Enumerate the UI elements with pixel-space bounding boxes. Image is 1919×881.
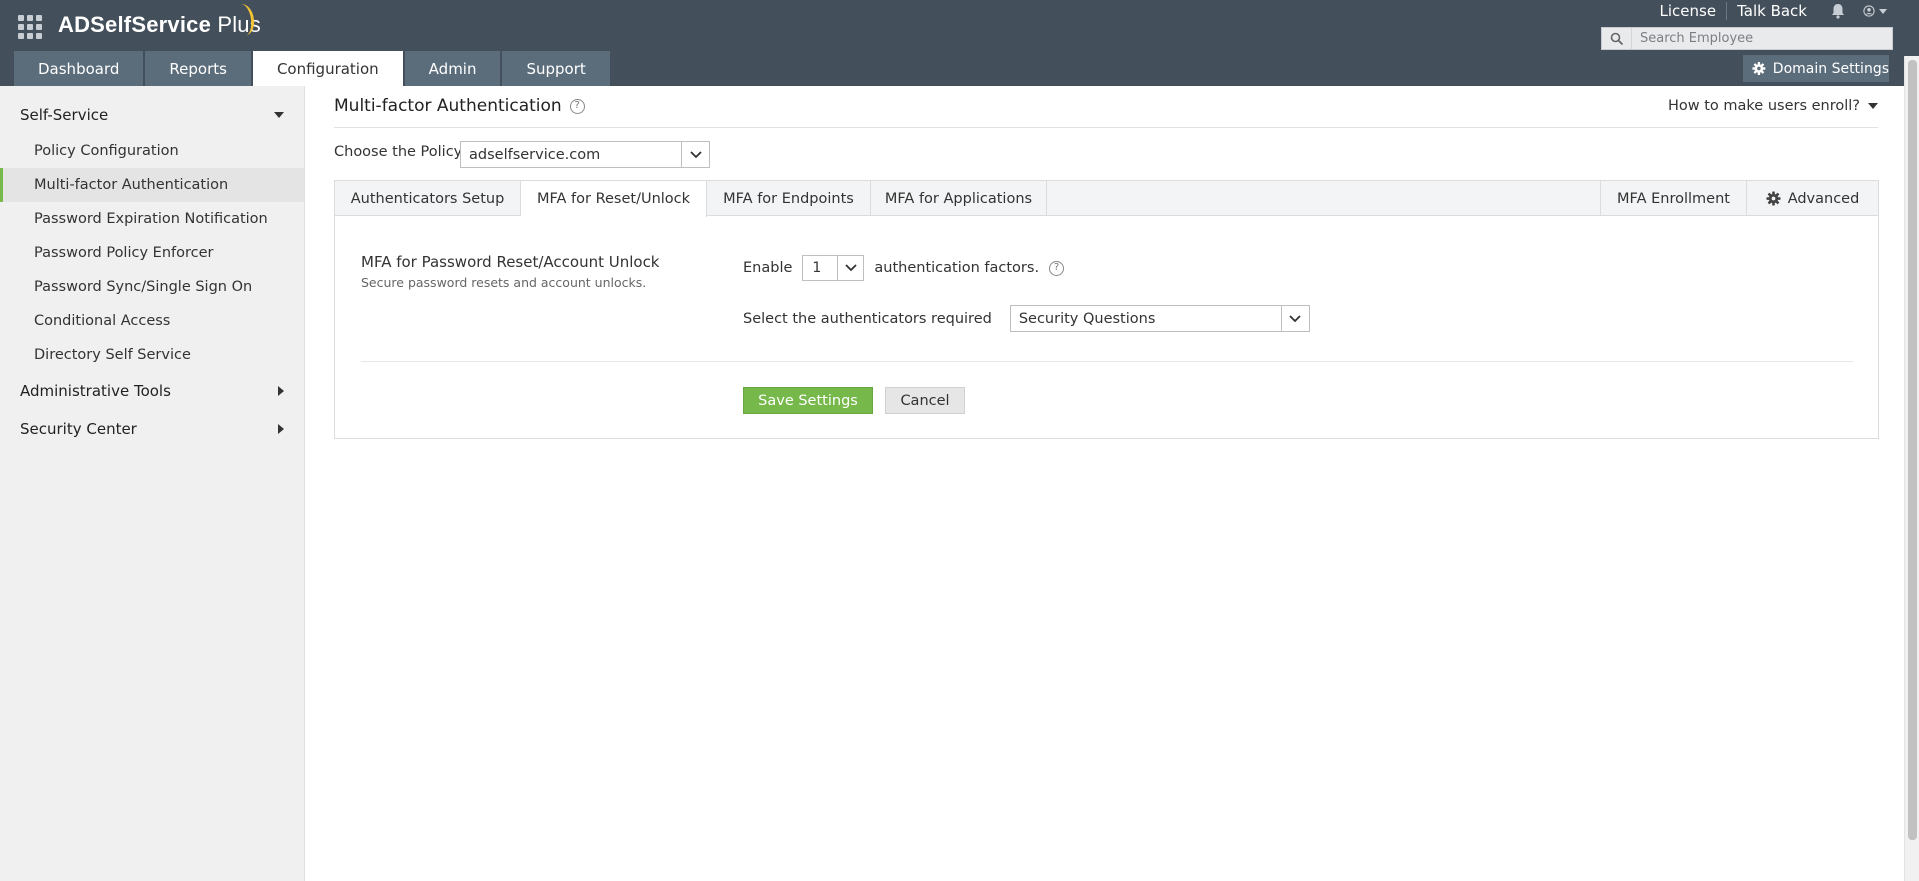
factor-count-value: 1 [812, 260, 822, 276]
search-input[interactable] [1632, 28, 1892, 49]
enable-label: Enable [743, 260, 793, 276]
tab-advanced[interactable]: Advanced [1746, 181, 1878, 216]
vertical-scrollbar[interactable] [1904, 56, 1919, 881]
sidebar-item-password-expiration[interactable]: Password Expiration Notification [0, 202, 304, 236]
license-link[interactable]: License [1650, 2, 1727, 20]
gear-icon [1752, 62, 1766, 75]
top-links: License Talk Back [1650, 0, 1887, 22]
help-icon[interactable]: ? [569, 98, 585, 114]
sidebar-section-label: Self-Service [20, 106, 109, 124]
tab-dashboard[interactable]: Dashboard [14, 51, 144, 86]
enable-factors-row: Enable 1 authentication factors. ? [743, 255, 1065, 281]
sub-tabs: Authenticators Setup MFA for Reset/Unloc… [335, 181, 1878, 217]
policy-select-value: adselfservice.com [469, 146, 601, 163]
caret-right-icon [278, 424, 284, 434]
authenticators-label: Select the authenticators required [743, 310, 992, 327]
sidebar-section-label: Administrative Tools [20, 382, 171, 400]
authenticators-row: Select the authenticators required Secur… [743, 305, 1310, 332]
cancel-button[interactable]: Cancel [885, 387, 965, 414]
sidebar-section-self-service[interactable]: Self-Service [0, 96, 304, 134]
tab-configuration[interactable]: Configuration [252, 51, 403, 86]
how-to-enroll-label: How to make users enroll? [1668, 98, 1860, 114]
main-nav-tabs: Dashboard Reports Configuration Admin Su… [14, 51, 610, 86]
bell-icon[interactable] [1829, 2, 1847, 20]
sidebar-item-policy-configuration[interactable]: Policy Configuration [0, 134, 304, 168]
factors-suffix: authentication factors. [874, 260, 1040, 276]
user-menu[interactable] [1863, 0, 1887, 22]
mfa-panel: Authenticators Setup MFA for Reset/Unloc… [334, 180, 1879, 439]
page-title: Multi-factor Authentication ? [334, 96, 585, 116]
tab-support[interactable]: Support [502, 51, 610, 86]
sidebar-section-administrative-tools[interactable]: Administrative Tools [0, 372, 304, 410]
sidebar-item-conditional-access[interactable]: Conditional Access [0, 304, 304, 338]
chevron-down-icon[interactable] [837, 256, 863, 280]
scrollbar-thumb[interactable] [1908, 60, 1917, 840]
domain-settings-button[interactable]: Domain Settings [1743, 55, 1889, 82]
domain-settings-label: Domain Settings [1772, 60, 1889, 77]
caret-down-icon [274, 112, 284, 118]
sidebar-section-label: Security Center [20, 420, 137, 438]
help-icon[interactable]: ? [1049, 260, 1065, 276]
tab-reports[interactable]: Reports [145, 51, 251, 86]
save-settings-button[interactable]: Save Settings [743, 387, 873, 414]
tab-authenticators-setup[interactable]: Authenticators Setup [335, 181, 521, 216]
section-subtitle: Secure password resets and account unloc… [361, 275, 647, 290]
brand-name: ADSelfService [58, 12, 212, 37]
sidebar-item-password-policy-enforcer[interactable]: Password Policy Enforcer [0, 236, 304, 270]
sidebar-section-security-center[interactable]: Security Center [0, 410, 304, 448]
employee-search[interactable] [1601, 27, 1893, 50]
sidebar-item-directory-self-service[interactable]: Directory Self Service [0, 338, 304, 372]
search-icon[interactable] [1602, 28, 1632, 49]
tab-mfa-reset-unlock[interactable]: MFA for Reset/Unlock [521, 181, 707, 217]
apps-grid-icon[interactable] [18, 15, 42, 39]
tab-admin[interactable]: Admin [404, 51, 501, 86]
chevron-down-icon[interactable] [681, 142, 709, 167]
divider [334, 127, 1878, 128]
factor-count-select[interactable]: 1 [802, 255, 865, 281]
app-header: ADSelfService Plus License Talk Back Sea… [0, 0, 1919, 86]
chevron-down-icon [1879, 8, 1887, 14]
divider [361, 361, 1853, 362]
section-title: MFA for Password Reset/Account Unlock [361, 253, 660, 271]
tab-mfa-applications[interactable]: MFA for Applications [871, 181, 1047, 216]
page-title-text: Multi-factor Authentication [334, 96, 562, 116]
sidebar-item-mfa[interactable]: Multi-factor Authentication [0, 168, 304, 202]
authenticators-select[interactable]: Security Questions [1009, 305, 1310, 332]
talk-back-link[interactable]: Talk Back [1726, 2, 1817, 20]
user-avatar-icon [1863, 5, 1875, 17]
authenticators-select-value: Security Questions [1018, 310, 1156, 327]
tab-mfa-endpoints[interactable]: MFA for Endpoints [707, 181, 871, 216]
caret-right-icon [278, 386, 284, 396]
policy-select[interactable]: adselfservice.com [460, 141, 710, 168]
tab-mfa-enrollment[interactable]: MFA Enrollment [1600, 181, 1746, 216]
gear-icon [1766, 191, 1781, 206]
how-to-enroll-dropdown[interactable]: How to make users enroll? [1668, 98, 1878, 114]
caret-down-icon [1868, 103, 1878, 109]
tab-advanced-label: Advanced [1787, 190, 1860, 207]
sidebar: Self-Service Policy Configuration Multi-… [0, 86, 305, 881]
chevron-down-icon[interactable] [1280, 306, 1309, 331]
sidebar-item-password-sync[interactable]: Password Sync/Single Sign On [0, 270, 304, 304]
policy-label: Choose the Policy [334, 144, 463, 160]
